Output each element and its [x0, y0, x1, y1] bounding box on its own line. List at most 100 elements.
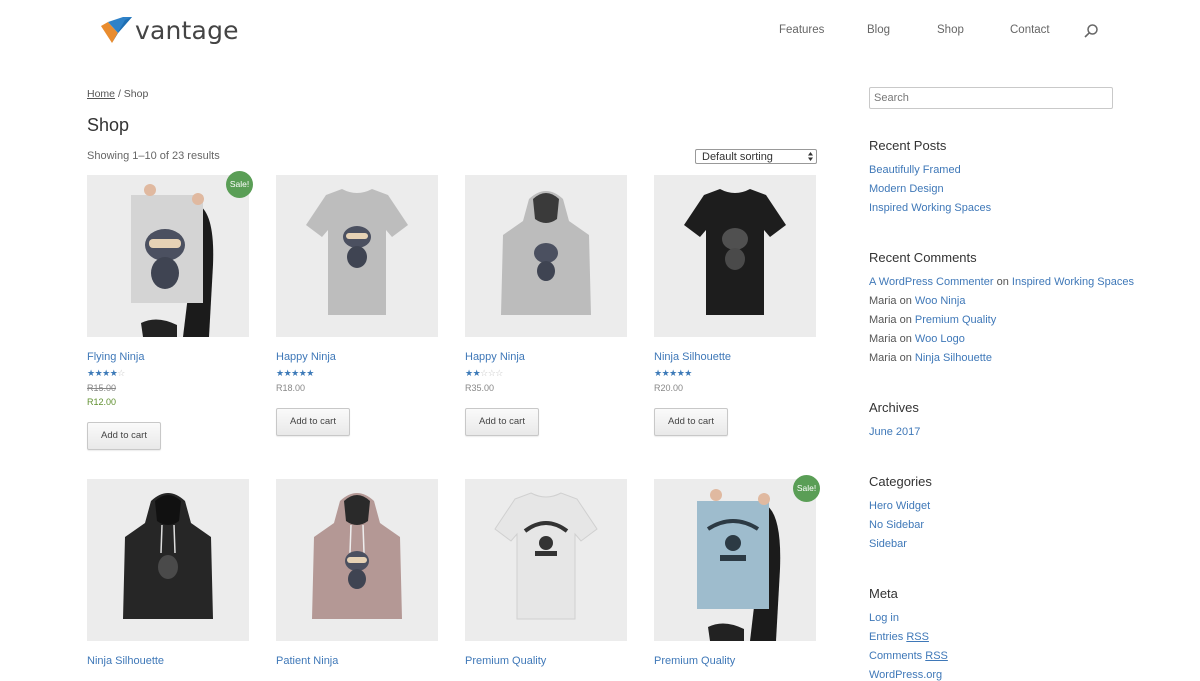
nav-item-blog[interactable]: Blog [867, 24, 890, 36]
category-link[interactable]: No Sidebar [869, 519, 924, 531]
recent-post-link[interactable]: Inspired Working Spaces [869, 202, 991, 214]
comment-on-text: on [899, 333, 912, 345]
breadcrumb-home-link[interactable]: Home [87, 88, 115, 100]
comment-author-link[interactable]: A WordPress Commenter [869, 276, 994, 288]
add-to-cart-button[interactable]: Add to cart [654, 408, 728, 436]
product-card: Premium Quality [465, 479, 627, 667]
black-hoodie-image [123, 493, 213, 619]
comment-post-link[interactable]: Woo Logo [915, 333, 965, 345]
search-icon[interactable] [1083, 23, 1099, 39]
star-rating: ★★★★★ [276, 368, 314, 378]
select-arrows-icon [808, 152, 813, 161]
breadcrumb-current: Shop [123, 88, 149, 100]
product-card: Sale! Flying Ninja ★★★★☆ R15.00 R12.00 A… [87, 171, 253, 450]
product-title[interactable]: Ninja Silhouette [87, 655, 164, 667]
product-price: R18.00 [276, 383, 306, 393]
product-title[interactable]: Patient Ninja [276, 655, 338, 667]
product-image[interactable] [465, 479, 627, 641]
sort-select-value: Default sorting [702, 151, 773, 163]
product-title[interactable]: Flying Ninja [87, 351, 144, 363]
meta-comments-rss-link[interactable]: Comments RSS [869, 650, 948, 662]
product-card: Ninja Silhouette [87, 479, 249, 667]
comment-post-link[interactable]: Woo Ninja [915, 295, 966, 307]
recent-comment: Maria on Ninja Silhouette [869, 352, 992, 364]
black-tshirt-image [684, 189, 786, 315]
product-image[interactable] [654, 175, 816, 337]
add-to-cart-button[interactable]: Add to cart [276, 408, 350, 436]
breadcrumb-separator: / [117, 88, 121, 100]
nav-item-shop[interactable]: Shop [937, 24, 964, 36]
product-image[interactable] [465, 175, 627, 337]
meta-title: Meta [869, 586, 898, 601]
entries-label: Entries [869, 631, 904, 643]
star-rating: ★★★★★ [654, 368, 692, 378]
product-card: Patient Ninja [276, 479, 438, 667]
star-rating: ★★☆☆☆ [465, 368, 503, 378]
product-price: R35.00 [465, 383, 495, 393]
comment-post-link[interactable]: Premium Quality [915, 314, 996, 326]
product-image[interactable] [654, 479, 816, 641]
add-to-cart-button[interactable]: Add to cart [87, 422, 161, 450]
recent-comment: Maria on Woo Ninja [869, 295, 965, 307]
category-link[interactable]: Hero Widget [869, 500, 930, 512]
comment-on-text: on [899, 295, 912, 307]
rss-abbr: RSS [906, 631, 929, 643]
comment-post-link[interactable]: Ninja Silhouette [915, 352, 992, 364]
product-title[interactable]: Premium Quality [465, 655, 546, 667]
comment-on-text: on [899, 352, 912, 364]
meta-wordpress-link[interactable]: WordPress.org [869, 669, 942, 681]
recent-comment: Maria on Premium Quality [869, 314, 996, 326]
recent-comment: A WordPress Commenter on Inspired Workin… [869, 276, 1134, 288]
archive-link[interactable]: June 2017 [869, 426, 920, 438]
comment-author: Maria [869, 295, 897, 307]
sort-select[interactable]: Default sorting [695, 149, 817, 164]
nav-item-features[interactable]: Features [779, 24, 824, 36]
product-price: R20.00 [654, 383, 684, 393]
product-title[interactable]: Happy Ninja [276, 351, 336, 363]
product-card: Sale! Premium Quality [654, 475, 820, 667]
comment-author: Maria [869, 352, 897, 364]
product-title[interactable]: Premium Quality [654, 655, 735, 667]
categories-title: Categories [869, 474, 932, 489]
meta-login-link[interactable]: Log in [869, 612, 899, 624]
product-card: Ninja Silhouette ★★★★★ R20.00 Add to car… [654, 175, 816, 436]
product-image[interactable] [276, 479, 438, 641]
result-count: Showing 1–10 of 23 results [87, 150, 220, 162]
product-title[interactable]: Ninja Silhouette [654, 351, 731, 363]
product-old-price: R15.00 [87, 383, 117, 393]
product-image[interactable] [276, 175, 438, 337]
comments-label: Comments [869, 650, 923, 662]
sale-badge: Sale! [226, 171, 253, 198]
star-rating: ★★★★☆ [87, 368, 125, 378]
recent-comments-title: Recent Comments [869, 250, 977, 265]
sale-badge: Sale! [793, 475, 820, 502]
comment-author: Maria [869, 333, 897, 345]
poster-ninja-image [131, 184, 214, 337]
nav-item-contact[interactable]: Contact [1010, 24, 1050, 36]
comment-on-text: on [899, 314, 912, 326]
product-image[interactable] [87, 479, 249, 641]
comment-on-text: on [996, 276, 1009, 288]
blue-poster-image [697, 489, 781, 641]
product-card: Happy Ninja ★★☆☆☆ R35.00 Add to cart [465, 175, 627, 436]
product-price: R12.00 [87, 397, 117, 407]
rss-abbr: RSS [925, 650, 948, 662]
page-title: Shop [87, 115, 130, 135]
product-card: Happy Ninja ★★★★★ R18.00 Add to cart [276, 175, 438, 436]
product-title[interactable]: Happy Ninja [465, 351, 525, 363]
recent-post-link[interactable]: Modern Design [869, 183, 944, 195]
category-link[interactable]: Sidebar [869, 538, 907, 550]
comment-author: Maria [869, 314, 897, 326]
archives-title: Archives [869, 400, 919, 415]
product-image[interactable] [87, 175, 249, 337]
recent-post-link[interactable]: Beautifully Framed [869, 164, 961, 176]
comment-post-link[interactable]: Inspired Working Spaces [1012, 276, 1134, 288]
meta-entries-rss-link[interactable]: Entries RSS [869, 631, 929, 643]
add-to-cart-button[interactable]: Add to cart [465, 408, 539, 436]
pink-hoodie-image [312, 493, 402, 619]
recent-posts-title: Recent Posts [869, 138, 947, 153]
tshirt-ninja-image [306, 189, 408, 315]
white-tshirt-image [494, 492, 598, 620]
sidebar-search-input[interactable] [869, 87, 1113, 109]
recent-comment: Maria on Woo Logo [869, 333, 965, 345]
